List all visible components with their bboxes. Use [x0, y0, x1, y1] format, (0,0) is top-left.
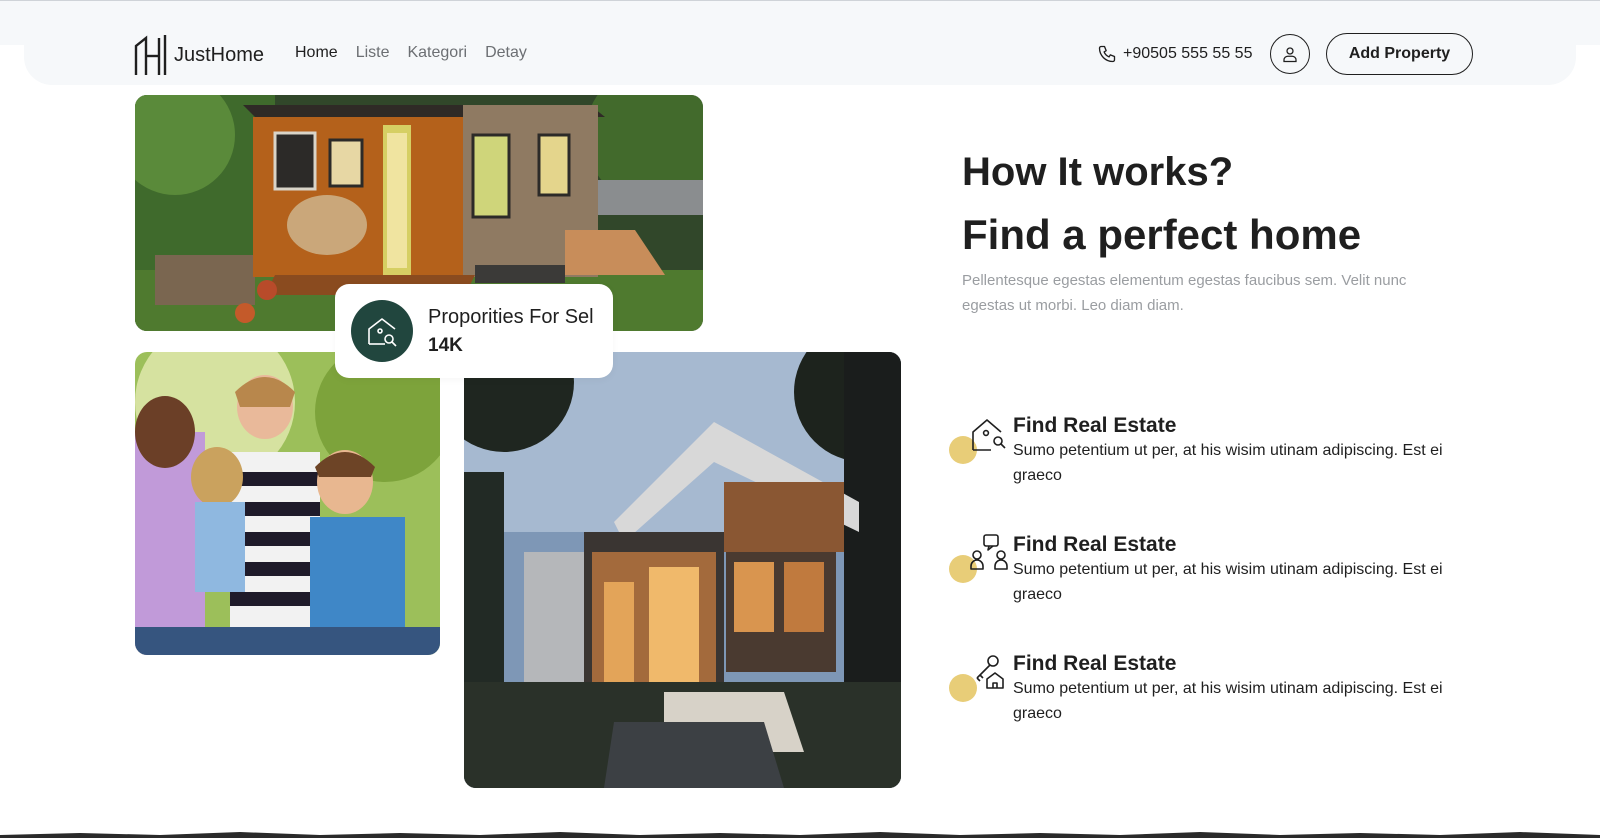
- step-title: Find Real Estate: [1013, 533, 1177, 556]
- section-headline: Find a perfect home: [962, 211, 1362, 258]
- step-item: Find Real Estate Sumo petentium ut per, …: [946, 414, 1466, 490]
- step-text: Sumo petentium ut per, at his wisim utin…: [1013, 442, 1443, 484]
- phone-link[interactable]: +90505 555 55 55: [1097, 44, 1252, 64]
- main-nav: Home Liste Kategori Detay: [295, 44, 527, 62]
- brand-name: JustHome: [174, 43, 265, 66]
- family-photo: [135, 352, 440, 655]
- house-search-icon: [972, 419, 1006, 451]
- next-section-edge: [0, 830, 1600, 838]
- stat-icon-badge: [351, 300, 413, 362]
- people-chat-icon: [970, 534, 1008, 570]
- key-house-icon: [976, 655, 1004, 689]
- house-search-icon: [368, 318, 397, 347]
- logo[interactable]: JustHome: [134, 34, 264, 76]
- phone-number: +90505 555 55 55: [1123, 45, 1253, 62]
- phone-icon: [1098, 45, 1116, 63]
- modern-house-photo: [464, 352, 901, 788]
- nav-item-liste[interactable]: Liste: [356, 44, 390, 62]
- properties-stat-card: Proporities For Sel 14K: [335, 284, 613, 378]
- step-title: Find Real Estate: [1013, 414, 1177, 437]
- stat-value: 14K: [428, 334, 463, 356]
- step-item: Find Real Estate Sumo petentium ut per, …: [946, 533, 1466, 609]
- step-title: Find Real Estate: [1013, 652, 1177, 675]
- add-property-button[interactable]: Add Property: [1326, 33, 1473, 75]
- stat-label: Proporities For Sel: [428, 305, 594, 328]
- step-text: Sumo petentium ut per, at his wisim utin…: [1013, 561, 1443, 603]
- section-kicker: How It works?: [962, 150, 1234, 194]
- step-text: Sumo petentium ut per, at his wisim utin…: [1013, 680, 1443, 722]
- user-account-button[interactable]: [1270, 34, 1310, 74]
- section-description: Pellentesque egestas elementum egestas f…: [962, 272, 1407, 314]
- nav-item-detay[interactable]: Detay: [485, 44, 527, 62]
- nav-item-kategori[interactable]: Kategori: [407, 44, 467, 62]
- user-icon: [1283, 47, 1297, 63]
- justhome-logo-icon: [134, 35, 167, 75]
- nav-item-home[interactable]: Home: [295, 44, 338, 62]
- step-item: Find Real Estate Sumo petentium ut per, …: [946, 652, 1466, 728]
